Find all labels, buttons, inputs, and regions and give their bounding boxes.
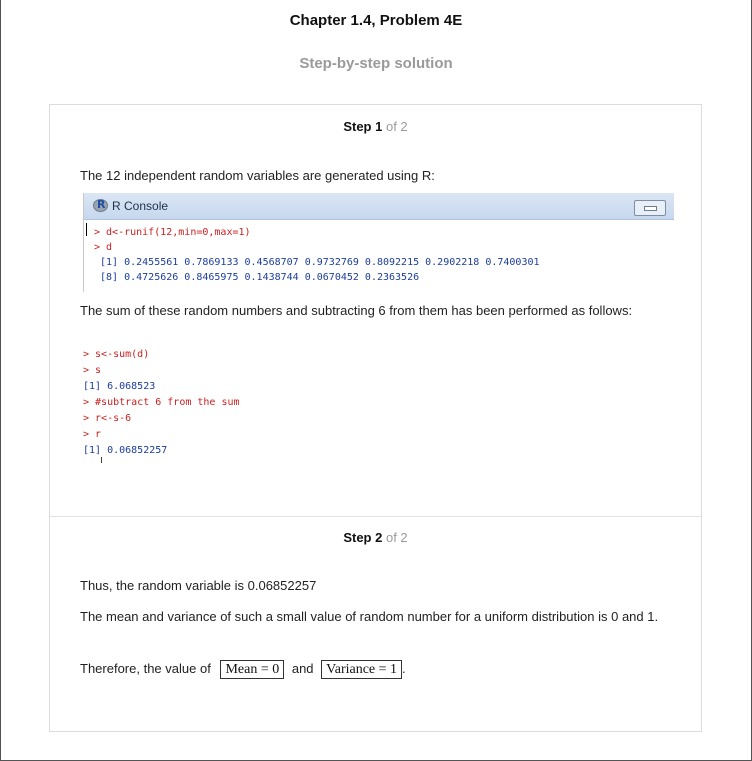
conclusion-period: . — [402, 661, 406, 676]
step-2-heading: Step 2 of 2 — [50, 530, 701, 545]
solution-card: Step 1 of 2 The 12 independent random va… — [49, 104, 702, 732]
step-1-label: Step 1 — [343, 119, 383, 134]
r-console-title: R Console — [112, 199, 169, 213]
step-divider — [50, 516, 701, 517]
r-console-titlebar: R R Console — [84, 193, 674, 220]
step-2-line-1: Thus, the random variable is 0.06852257 — [80, 578, 317, 593]
minimize-icon — [634, 200, 666, 216]
r-console-screenshot: R R Console > d<-runif(12,min=0,max=1) >… — [83, 193, 674, 292]
text-cursor — [86, 223, 87, 236]
cursor-mark — [101, 457, 102, 463]
code-line: > r<-s-6 — [83, 413, 132, 424]
step-1-count: of 2 — [385, 119, 408, 134]
code-line: > r — [83, 429, 102, 440]
console-line: [8] 0.4725626 0.8465975 0.1438744 0.0670… — [94, 272, 420, 283]
code-line: > #subtract 6 from the sum — [83, 397, 240, 408]
step-2-count: of 2 — [385, 530, 408, 545]
r-console-output: > d<-runif(12,min=0,max=1) > d [1] 0.245… — [84, 220, 674, 285]
variance-box: Variance = 1 — [321, 660, 403, 680]
step-2-line-3: Therefore, the value of Mean = 0 and Var… — [80, 658, 680, 680]
step-2-label: Step 2 — [343, 530, 383, 545]
code-line: [1] 0.06852257 — [83, 445, 168, 456]
mean-box: Mean = 0 — [220, 660, 285, 680]
step-2-line-2: The mean and variance of such a small va… — [80, 609, 659, 624]
console-line: > d — [94, 242, 113, 253]
r-logo-icon: R — [93, 198, 108, 212]
console-line: > d<-runif(12,min=0,max=1) — [94, 227, 251, 238]
page-subtitle: Step-by-step solution — [299, 55, 453, 72]
conclusion-and: and — [291, 661, 314, 676]
step-1-heading: Step 1 of 2 — [50, 119, 701, 134]
conclusion-prefix: Therefore, the value of — [80, 661, 211, 676]
code-line: [1] 6.068523 — [83, 381, 156, 392]
step-1-intro: The 12 independent random variables are … — [80, 168, 435, 183]
step-1-para-2: The sum of these random numbers and subt… — [80, 303, 633, 318]
code-line: > s<-sum(d) — [83, 349, 150, 360]
code-line: > s — [83, 365, 102, 376]
r-code-block: > s<-sum(d) > s [1] 6.068523 > #subtract… — [83, 347, 240, 459]
console-line: [1] 0.2455561 0.7869133 0.4568707 0.9732… — [94, 257, 540, 268]
page-title: Chapter 1.4, Problem 4E — [289, 12, 463, 29]
